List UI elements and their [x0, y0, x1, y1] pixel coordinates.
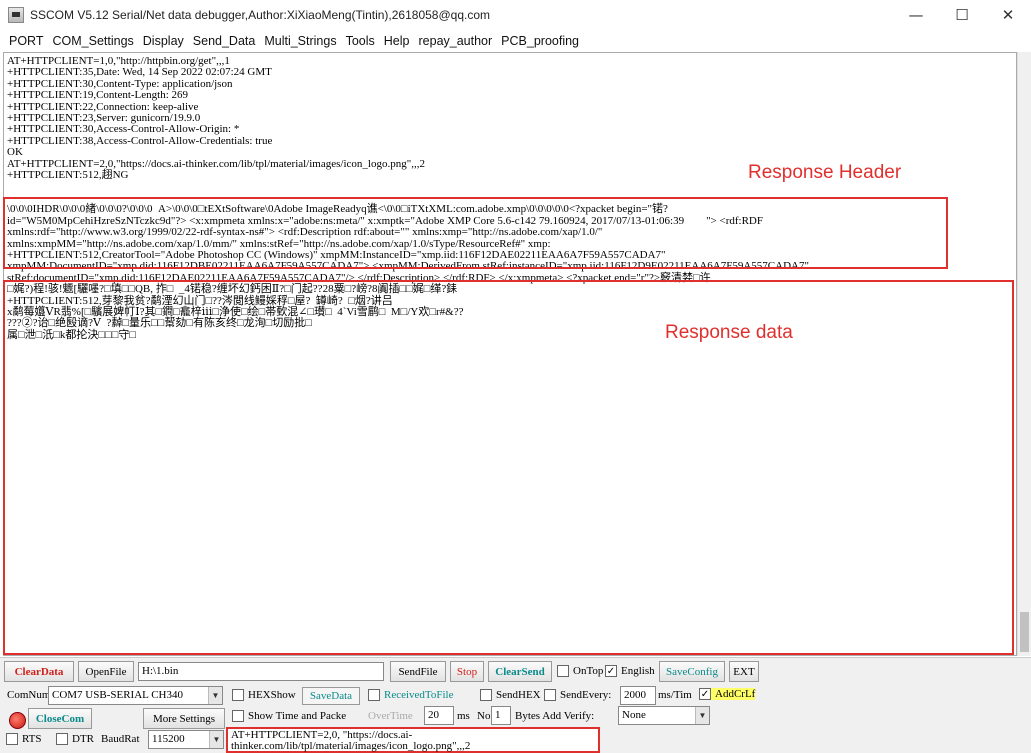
- bytes-add-verify-label: Bytes Add Verify:: [515, 710, 595, 722]
- console-line: \0\0\0IHDR\0\0\0緖\0\0\0?\0\0\0 A>\0\0\0□…: [7, 203, 668, 216]
- window-controls: — ☐ ✕: [893, 0, 1031, 30]
- chevron-down-icon[interactable]: ▼: [695, 707, 709, 724]
- menu-com-settings[interactable]: COM_Settings: [48, 34, 138, 48]
- on-top-box[interactable]: [557, 665, 569, 677]
- baud-rate-label: BaudRat: [101, 733, 140, 745]
- save-data-button[interactable]: SaveData: [302, 687, 360, 705]
- no-input[interactable]: 1: [491, 706, 511, 725]
- rts-checkbox[interactable]: RTS: [6, 733, 42, 745]
- send-every-checkbox[interactable]: SendEvery:: [544, 689, 611, 701]
- clear-send-button[interactable]: ClearSend: [488, 661, 552, 682]
- show-time-box[interactable]: [232, 710, 244, 722]
- app-icon: [8, 7, 24, 23]
- ext-button[interactable]: EXT: [729, 661, 759, 682]
- ms-tim-label: ms/Tim: [658, 689, 692, 701]
- clear-data-button[interactable]: ClearData: [4, 661, 74, 682]
- console-line: ???②?诒□绝殹谪?Ⅴ ?繛□量乐□□幚劾□有陈亥终□龙洵□切励批□: [7, 317, 312, 330]
- verify-select[interactable]: None ▼: [618, 706, 710, 725]
- response-data-label: Response data: [665, 322, 793, 343]
- send-every-box[interactable]: [544, 689, 556, 701]
- baud-rate-select[interactable]: 115200 ▼: [148, 730, 224, 749]
- console-line: +HTTPCLIENT:38,Access-Control-Allow-Cred…: [7, 134, 273, 147]
- overtime-input[interactable]: 20: [424, 706, 454, 725]
- menu-port[interactable]: PORT: [0, 34, 48, 48]
- console-line: +HTTPCLIENT:19,Content-Length: 269: [7, 89, 189, 102]
- received-to-file-checkbox[interactable]: ReceivedToFile: [368, 689, 454, 701]
- close-com-button[interactable]: CloseCom: [28, 708, 92, 729]
- no-label: No: [477, 710, 491, 722]
- hex-show-checkbox[interactable]: HEXShow: [232, 689, 296, 701]
- com-num-label: ComNum: [7, 689, 51, 701]
- show-time-checkbox[interactable]: Show Time and Packe: [232, 710, 346, 722]
- console-line: 属□泄□汦□k都抡決□□□守□: [7, 328, 137, 341]
- menu-multi-strings[interactable]: Multi_Strings: [260, 34, 341, 48]
- more-settings-button[interactable]: More Settings: [143, 708, 225, 729]
- com-port-select[interactable]: COM7 USB-SERIAL CH340 ▼: [48, 686, 223, 705]
- menu-repay-author[interactable]: repay_author: [414, 34, 497, 48]
- rts-box[interactable]: [6, 733, 18, 745]
- console-line: □娓?)程!骇!魒[驪嚜?□填□□QB, 拃□ _4锘稳?缠坏幻鈣困Ⅱ?□门起?…: [7, 283, 458, 296]
- hex-show-box[interactable]: [232, 689, 244, 701]
- console-line: xmpMM:DocumentID="xmp.did:116F12DBE02211…: [7, 260, 809, 273]
- chevron-down-icon[interactable]: ▼: [209, 731, 223, 748]
- stop-button[interactable]: Stop: [450, 661, 484, 682]
- console-scrollbar[interactable]: [1017, 52, 1031, 656]
- menu-tools[interactable]: Tools: [341, 34, 379, 48]
- maximize-button[interactable]: ☐: [939, 0, 985, 30]
- receive-console[interactable]: AT+HTTPCLIENT=1,0,"http://httpbin.org/ge…: [3, 52, 1017, 656]
- menu-pcb-proofing[interactable]: PCB_proofing: [497, 34, 584, 48]
- port-status-led: [9, 712, 26, 729]
- console-line: xmlns:rdf="http://www.w3.org/1999/02/22-…: [7, 226, 603, 239]
- send-file-button[interactable]: SendFile: [390, 661, 446, 682]
- menu-help[interactable]: Help: [379, 34, 414, 48]
- console-lines: AT+HTTPCLIENT=1,0,"http://httpbin.org/ge…: [7, 55, 1016, 341]
- send-every-input[interactable]: 2000: [620, 686, 656, 705]
- title-bar: SSCOM V5.12 Serial/Net data debugger,Aut…: [0, 0, 1031, 30]
- menu-send-data[interactable]: Send_Data: [188, 34, 260, 48]
- send-hex-checkbox[interactable]: SendHEX: [480, 689, 541, 701]
- console-line: OK: [7, 146, 23, 159]
- menu-display[interactable]: Display: [138, 34, 188, 48]
- overtime-label: OverTime: [368, 710, 413, 722]
- english-checkbox[interactable]: ✓ English: [605, 665, 655, 677]
- menu-bar: PORT COM_Settings Display Send_Data Mult…: [0, 30, 1031, 51]
- window-title: SSCOM V5.12 Serial/Net data debugger,Aut…: [30, 8, 490, 22]
- file-path-input[interactable]: H:\1.bin: [138, 662, 384, 681]
- dtr-checkbox[interactable]: DTR: [56, 733, 94, 745]
- scrollbar-thumb[interactable]: [1020, 612, 1029, 652]
- response-header-label: Response Header: [748, 162, 902, 183]
- ms-label: ms: [457, 710, 470, 722]
- minimize-button[interactable]: —: [893, 0, 939, 30]
- send-input[interactable]: AT+HTTPCLIENT=2,0, "https://docs.ai- thi…: [226, 727, 600, 753]
- add-crlf-box[interactable]: ✓: [699, 688, 711, 700]
- chevron-down-icon[interactable]: ▼: [208, 687, 222, 704]
- open-file-button[interactable]: OpenFile: [78, 661, 134, 682]
- on-top-checkbox[interactable]: OnTop: [557, 665, 603, 677]
- dtr-box[interactable]: [56, 733, 68, 745]
- english-box[interactable]: ✓: [605, 665, 617, 677]
- send-hex-box[interactable]: [480, 689, 492, 701]
- add-crlf-checkbox[interactable]: ✓ AddCrLf: [699, 688, 756, 700]
- received-to-file-box[interactable]: [368, 689, 380, 701]
- close-button[interactable]: ✕: [985, 0, 1031, 30]
- save-config-button[interactable]: SaveConfig: [659, 661, 725, 682]
